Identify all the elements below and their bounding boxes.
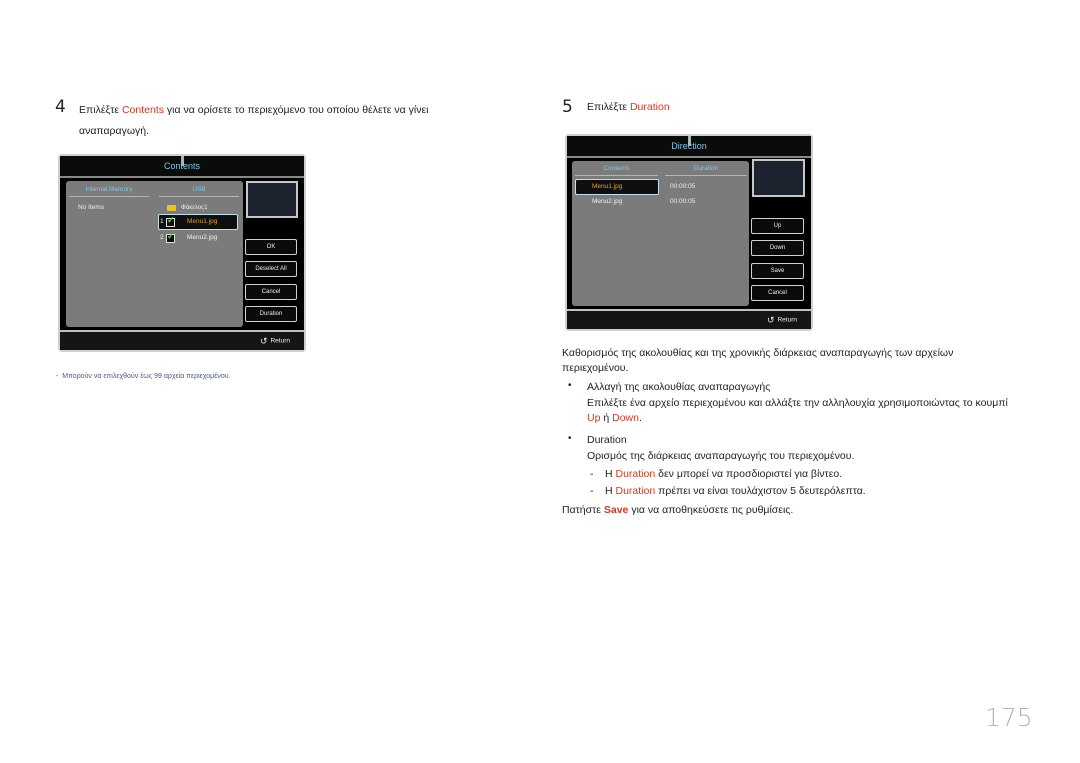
down-button[interactable]: Down [751,240,804,256]
bullet1-title: Αλλαγή της ακολουθίας αναπαραγωγής [587,381,771,393]
sub-note-2: Η Duration πρέπει να είναι τουλάχιστον 5… [605,485,866,497]
folder-icon [167,205,176,211]
sub-note-1: Η Duration δεν μπορεί να προσδιοριστεί γ… [605,468,843,480]
column-internal-memory[interactable]: Internal Memory [69,184,149,197]
preview-thumbnail [246,181,298,218]
check-icon: ✓ [167,215,175,225]
final-instruction: Πατήστε Save για να αποθηκεύσετε τις ρυθ… [562,504,794,516]
duration-dialog: Direction Contents Duration Menu1.jpg 00… [565,134,813,331]
sequence-panel: Contents Duration Menu1.jpg 00:00:05 Men… [572,161,749,306]
description-intro: Καθορισμός της ακολουθίας και της χρονικ… [562,347,954,374]
step-5-text: Επιλέξτε Duration [587,101,670,113]
bullet-icon: • [568,380,572,391]
contents-link: Contents [121,104,164,116]
column-contents[interactable]: Contents [575,163,658,176]
step-4-text: Επιλέξτε Contents για να ορίσετε το περι… [79,104,429,137]
no-items-label: No Items [78,204,105,211]
dash-icon: - [590,468,594,480]
file-panel: Internal Memory USB No Items Φάκελος1 1 … [66,181,243,327]
column-usb[interactable]: USB [159,184,239,197]
cancel-button[interactable]: Cancel [751,285,804,301]
step-number: 5 [562,97,573,117]
dialog-footer: ↺ Return [567,309,811,329]
up-button[interactable]: Up [751,218,804,234]
duration-link: Duration [629,101,670,113]
cursor-icon [688,136,691,146]
column-duration[interactable]: Duration [665,163,747,176]
bullet1-text: Επιλέξτε ένα αρχείο περιεχομένου και αλλ… [587,397,1008,424]
return-button[interactable]: ↺ Return [767,315,797,326]
cancel-button[interactable]: Cancel [245,284,297,300]
duration-button[interactable]: Duration [245,306,297,322]
bullet-icon: • [568,433,572,444]
contents-dialog: Contents Internal Memory USB No Items Φά… [58,154,306,352]
return-button[interactable]: ↺ Return [260,336,290,347]
bullet2-title: Duration [587,434,627,446]
up-link: Up [587,412,601,424]
down-link: Down [612,412,639,424]
cursor-icon [181,156,184,166]
duration-value[interactable]: 00:00:05 [670,181,695,193]
return-icon: ↺ [766,315,775,326]
step-number: 4 [55,97,66,117]
deselect-all-button[interactable]: Deselect All [245,261,297,277]
note: - Μπορούν να επιλεχθούν έως 99 αρχεία πε… [56,373,231,380]
return-icon: ↺ [259,336,268,347]
page-number: 175 [985,703,1033,732]
duration-value[interactable]: 00:00:05 [670,196,695,208]
dialog-footer: ↺ Return [60,330,304,350]
save-button[interactable]: Save [751,263,804,279]
preview-thumbnail [752,159,805,197]
ok-button[interactable]: OK [245,239,297,255]
check-icon: ✓ [167,231,175,241]
bullet2-text: Ορισμός της διάρκειας αναπαραγωγής του π… [587,450,855,462]
dash-icon: - [590,485,594,497]
